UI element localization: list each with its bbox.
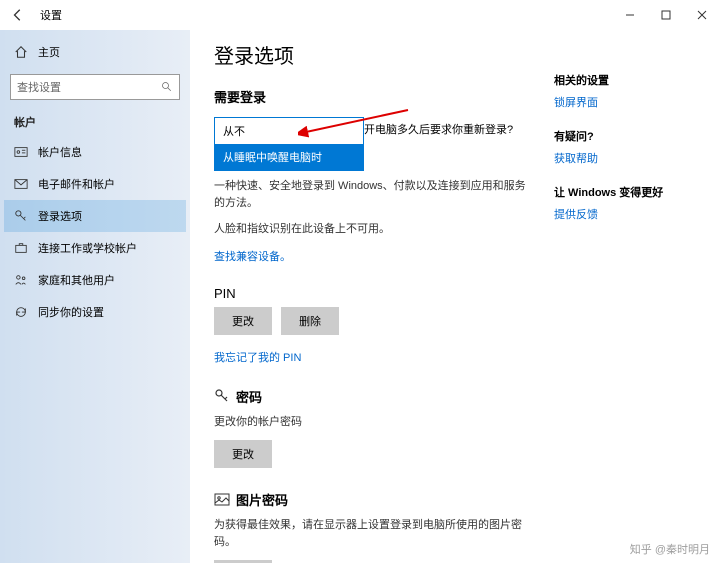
window-title: 设置 — [40, 7, 62, 23]
password-heading: 密码 — [236, 387, 262, 406]
hello-unavailable: 人脸和指纹识别在此设备上不可用。 — [214, 221, 534, 238]
sidebar-item-label: 家庭和其他用户 — [38, 272, 115, 288]
search-icon — [161, 81, 173, 93]
feedback-link[interactable]: 提供反馈 — [554, 206, 704, 222]
sidebar: 主页 查找设置 帐户 帐户信息电子邮件和帐户登录选项连接工作或学校帐户家庭和其他… — [0, 30, 190, 563]
key-icon — [214, 388, 230, 404]
sidebar-section-label: 帐户 — [4, 110, 186, 134]
sidebar-item-2[interactable]: 登录选项 — [4, 200, 186, 232]
sidebar-item-label: 连接工作或学校帐户 — [38, 240, 137, 256]
lock-screen-link[interactable]: 锁屏界面 — [554, 94, 704, 110]
improve-heading: 让 Windows 变得更好 — [554, 184, 704, 200]
picture-desc: 为获得最佳效果，请在显示器上设置登录到电脑所使用的图片密码。 — [214, 517, 534, 550]
pin-heading: PIN — [214, 286, 534, 301]
picture-icon — [214, 492, 230, 508]
sidebar-item-label: 电子邮件和帐户 — [38, 176, 115, 192]
mail-icon — [14, 177, 28, 191]
family-icon — [14, 273, 28, 287]
search-placeholder: 查找设置 — [17, 79, 61, 95]
sidebar-item-4[interactable]: 家庭和其他用户 — [4, 264, 186, 296]
minimize-button[interactable] — [612, 0, 648, 30]
sidebar-item-label: 登录选项 — [38, 208, 82, 224]
dropdown-option-never[interactable]: 从不 — [215, 118, 363, 144]
related-heading: 相关的设置 — [554, 72, 704, 88]
search-input[interactable]: 查找设置 — [10, 74, 180, 100]
sidebar-item-0[interactable]: 帐户信息 — [4, 136, 186, 168]
home-nav[interactable]: 主页 — [4, 38, 186, 66]
hello-compat-link[interactable]: 查找兼容设备。 — [214, 251, 291, 263]
sidebar-item-1[interactable]: 电子邮件和帐户 — [4, 168, 186, 200]
watermark: 知乎 @秦时明月 — [630, 541, 710, 557]
sidebar-item-label: 同步你的设置 — [38, 304, 104, 320]
home-label: 主页 — [38, 44, 60, 60]
key-icon — [14, 209, 28, 223]
close-button[interactable] — [684, 0, 720, 30]
pin-forgot-link[interactable]: 我忘记了我的 PIN — [214, 352, 301, 364]
picture-heading: 图片密码 — [236, 490, 288, 509]
back-button[interactable] — [10, 7, 26, 23]
dropdown-option-wake[interactable]: 从睡眠中唤醒电脑时 — [215, 144, 363, 170]
require-signin-heading: 需要登录 — [214, 87, 534, 106]
question-heading: 有疑问? — [554, 128, 704, 144]
sidebar-item-5[interactable]: 同步你的设置 — [4, 296, 186, 328]
page-title: 登录选项 — [214, 40, 534, 69]
id-card-icon — [14, 145, 28, 159]
pin-remove-button[interactable]: 删除 — [281, 307, 339, 335]
pin-change-button[interactable]: 更改 — [214, 307, 272, 335]
sync-icon — [14, 305, 28, 319]
get-help-link[interactable]: 获取帮助 — [554, 150, 704, 166]
sidebar-item-label: 帐户信息 — [38, 144, 82, 160]
require-signin-question: 开电脑多久后要求你重新登录? — [364, 121, 513, 137]
home-icon — [14, 45, 28, 59]
briefcase-icon — [14, 241, 28, 255]
sidebar-item-3[interactable]: 连接工作或学校帐户 — [4, 232, 186, 264]
hello-desc: 一种快速、安全地登录到 Windows、付款以及连接到应用和服务的方法。 — [214, 178, 534, 211]
password-change-button[interactable]: 更改 — [214, 440, 272, 468]
maximize-button[interactable] — [648, 0, 684, 30]
password-desc: 更改你的帐户密码 — [214, 414, 534, 431]
